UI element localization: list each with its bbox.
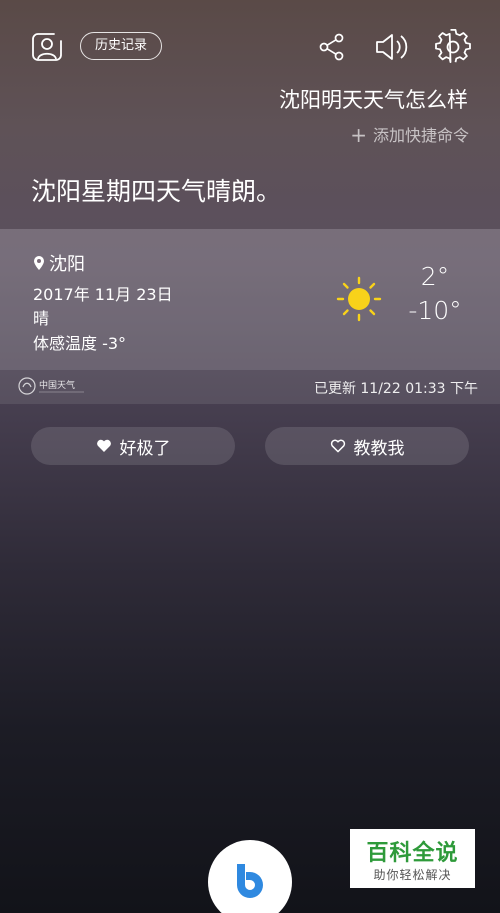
weather-condition: 晴 bbox=[33, 309, 50, 328]
watermark: 百科全说 助你轻松解决 bbox=[350, 829, 475, 888]
assistant-answer: 沈阳星期四天气晴朗。 bbox=[31, 177, 282, 206]
feels-like-temperature: 体感温度 -3° bbox=[33, 334, 127, 353]
settings-icon[interactable] bbox=[435, 28, 471, 65]
watermark-subtitle: 助你轻松解决 bbox=[373, 868, 452, 882]
add-command-link[interactable]: + 添加快捷命令 bbox=[350, 122, 469, 147]
source-logo-text: 中国天气 bbox=[39, 379, 75, 391]
weather-source-logo: 中国天气 bbox=[18, 375, 88, 397]
teach-me-button[interactable]: 教教我 bbox=[265, 427, 469, 465]
bixby-voice-button[interactable] bbox=[208, 840, 292, 913]
heart-filled-icon bbox=[96, 439, 111, 452]
bixby-icon bbox=[237, 864, 263, 898]
volume-icon[interactable] bbox=[374, 31, 410, 63]
location-name: 沈阳 bbox=[49, 254, 85, 275]
watermark-title: 百科全说 bbox=[366, 841, 459, 866]
profile-icon[interactable] bbox=[30, 30, 64, 64]
sun-icon bbox=[336, 276, 382, 322]
weather-date: 2017年 11月 23日 bbox=[33, 285, 173, 304]
low-temperature: -10° bbox=[408, 296, 462, 325]
heart-outline-icon bbox=[330, 439, 345, 453]
user-query: 沈阳明天天气怎么样 bbox=[279, 88, 468, 112]
share-icon[interactable] bbox=[318, 32, 346, 62]
great-label: 好极了 bbox=[119, 438, 171, 459]
teach-me-label: 教教我 bbox=[353, 438, 405, 459]
great-button[interactable]: 好极了 bbox=[31, 427, 235, 465]
plus-icon: + bbox=[350, 123, 367, 147]
high-temperature: 2° bbox=[420, 262, 450, 291]
updated-time: 已更新 11/22 01:33 下午 bbox=[313, 381, 478, 397]
add-command-label: 添加快捷命令 bbox=[372, 126, 469, 145]
weather-location: 沈阳 bbox=[33, 250, 85, 276]
location-pin-icon bbox=[34, 256, 44, 270]
history-button[interactable]: 历史记录 bbox=[80, 32, 162, 60]
